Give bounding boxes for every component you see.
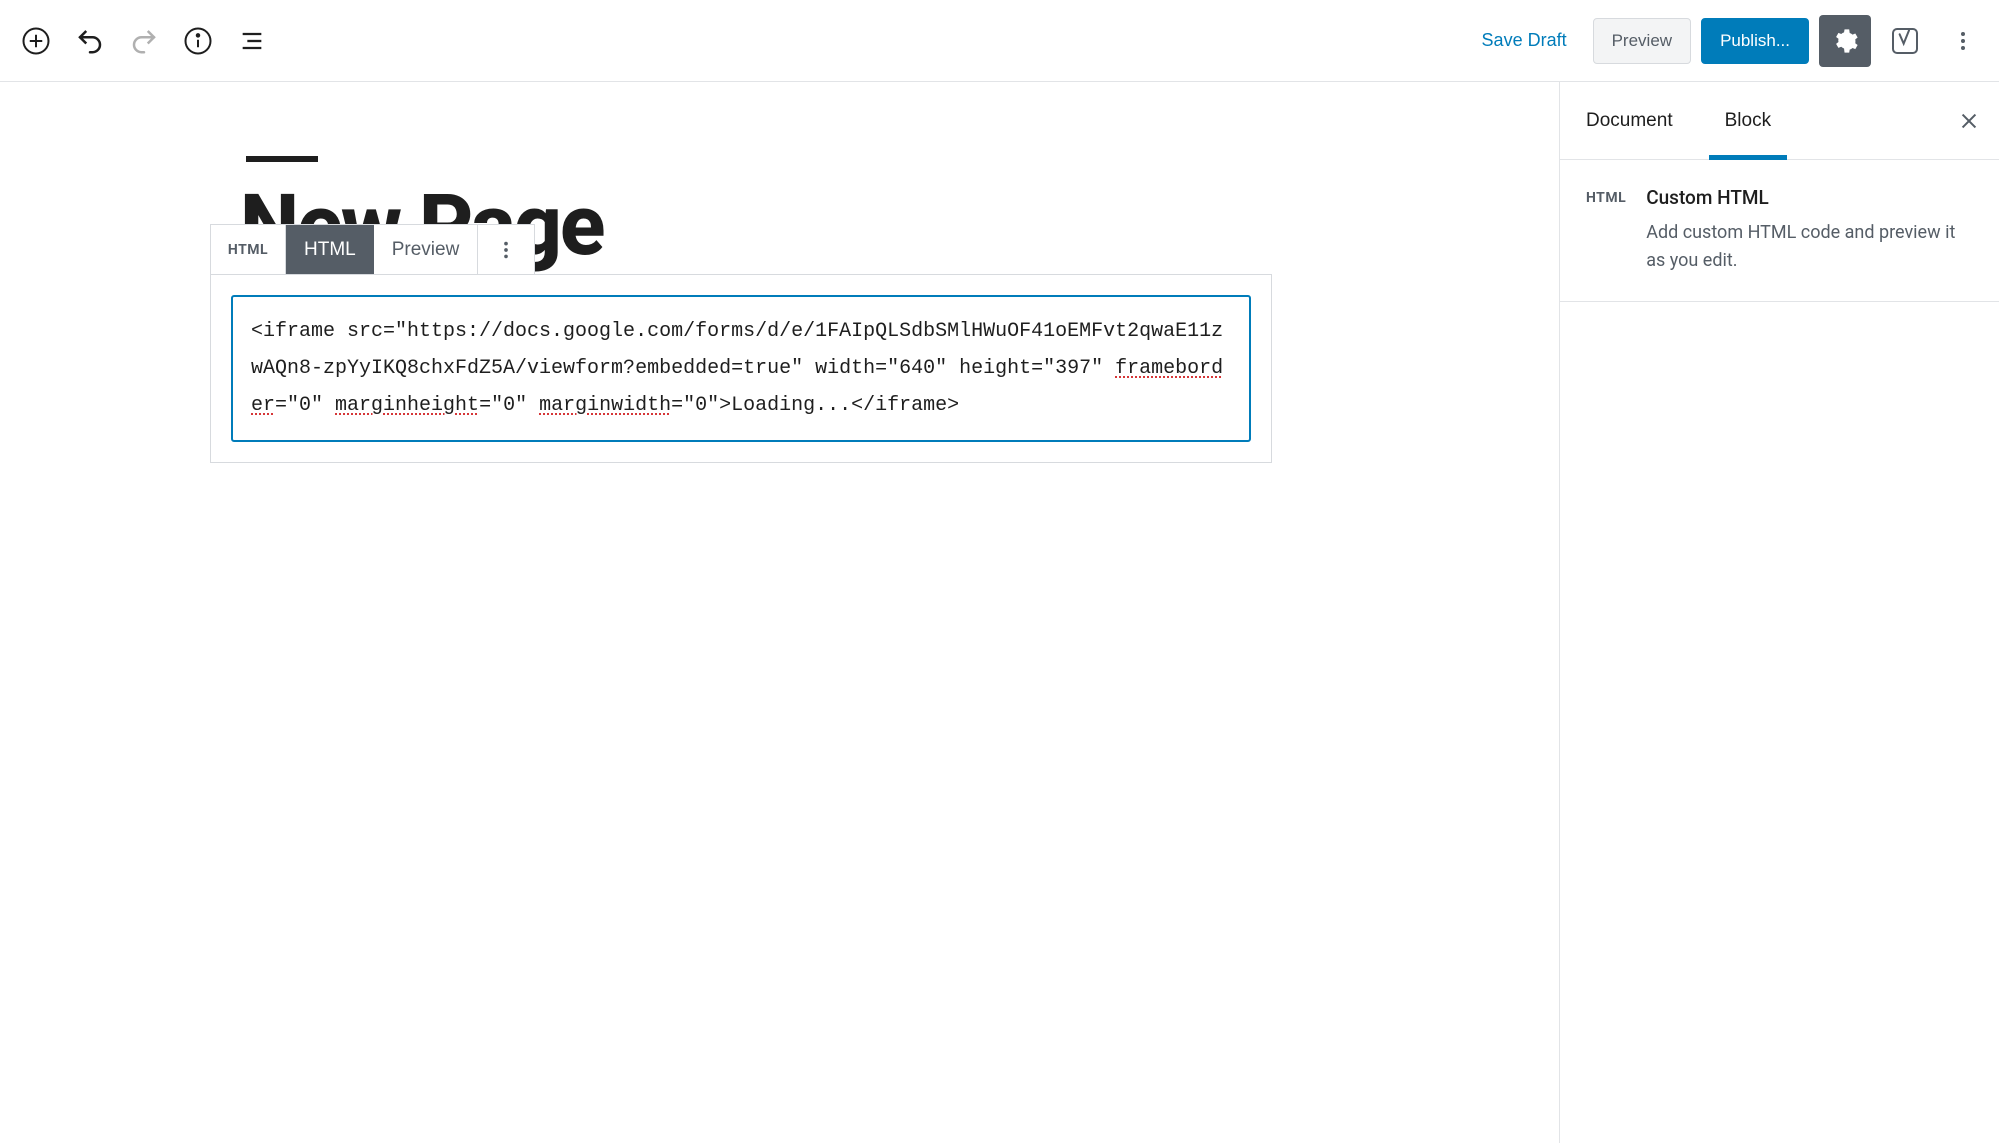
- add-block-button[interactable]: [12, 17, 60, 65]
- publish-button[interactable]: Publish...: [1701, 18, 1809, 64]
- block-tab-html[interactable]: HTML: [286, 225, 374, 274]
- yoast-button[interactable]: [1881, 17, 1929, 65]
- gear-icon: [1831, 27, 1859, 55]
- custom-html-block[interactable]: HTML HTML Preview <iframe src="https://d…: [210, 274, 1272, 463]
- editor-canvas[interactable]: New Page HTML HTML Preview: [0, 82, 1559, 1143]
- editor-top-toolbar: Save Draft Preview Publish...: [0, 0, 1999, 82]
- code-attr-marginheight: marginheight: [335, 394, 479, 417]
- dots-vertical-icon: [495, 239, 517, 261]
- preview-button[interactable]: Preview: [1593, 18, 1691, 64]
- code-text: <iframe src="https://docs.google.com/for…: [251, 320, 1223, 380]
- code-text: ="0": [275, 394, 335, 417]
- block-type-icon[interactable]: HTML: [211, 225, 285, 274]
- block-toolbar: HTML HTML Preview: [210, 224, 535, 275]
- undo-button[interactable]: [66, 17, 114, 65]
- sidebar-tab-block[interactable]: Block: [1699, 82, 1797, 159]
- undo-icon: [75, 26, 105, 56]
- outline-icon: [238, 27, 266, 55]
- settings-sidebar: Document Block HTML Custom HTML Add cust…: [1559, 82, 1999, 1143]
- dots-vertical-icon: [1951, 29, 1975, 53]
- sidebar-block-meta: Custom HTML Add custom HTML code and pre…: [1646, 186, 1973, 275]
- html-code-content[interactable]: <iframe src="https://docs.google.com/for…: [251, 313, 1231, 424]
- sidebar-block-description: Add custom HTML code and preview it as y…: [1646, 219, 1973, 275]
- redo-button[interactable]: [120, 17, 168, 65]
- block-type-segment: HTML: [211, 225, 286, 274]
- code-attr-marginwidth: marginwidth: [539, 394, 671, 417]
- info-button[interactable]: [174, 17, 222, 65]
- sidebar-block-title: Custom HTML: [1646, 186, 1973, 209]
- sidebar-block-icon: HTML: [1586, 186, 1626, 275]
- sidebar-tab-document[interactable]: Document: [1560, 82, 1699, 159]
- sidebar-close-button[interactable]: [1939, 82, 1999, 159]
- editor-layout: New Page HTML HTML Preview: [0, 82, 1999, 1143]
- redo-icon: [129, 26, 159, 56]
- html-textarea[interactable]: <iframe src="https://docs.google.com/for…: [231, 295, 1251, 442]
- info-circle-icon: [183, 26, 213, 56]
- outline-button[interactable]: [228, 17, 276, 65]
- toolbar-right-group: Save Draft Preview Publish...: [1466, 15, 1987, 67]
- block-view-tabs: HTML Preview: [286, 225, 478, 274]
- code-text: ="0": [479, 394, 539, 417]
- settings-button[interactable]: [1819, 15, 1871, 67]
- code-text: ="0">Loading...</iframe>: [671, 394, 959, 417]
- save-draft-button[interactable]: Save Draft: [1466, 20, 1583, 61]
- sidebar-block-panel: HTML Custom HTML Add custom HTML code an…: [1560, 160, 1999, 302]
- sidebar-tabs: Document Block: [1560, 82, 1999, 160]
- block-tab-preview[interactable]: Preview: [374, 225, 478, 274]
- block-more-button[interactable]: [478, 225, 534, 274]
- sidebar-block-header: HTML Custom HTML Add custom HTML code an…: [1586, 186, 1973, 275]
- close-icon: [1958, 110, 1980, 132]
- block-inner: <iframe src="https://docs.google.com/for…: [211, 275, 1271, 462]
- yoast-icon: [1889, 25, 1921, 57]
- toolbar-left-group: [12, 17, 276, 65]
- more-menu-button[interactable]: [1939, 17, 1987, 65]
- content-wrap: New Page HTML HTML Preview: [0, 156, 1060, 463]
- plus-circle-icon: [21, 26, 51, 56]
- title-separator: [246, 156, 318, 162]
